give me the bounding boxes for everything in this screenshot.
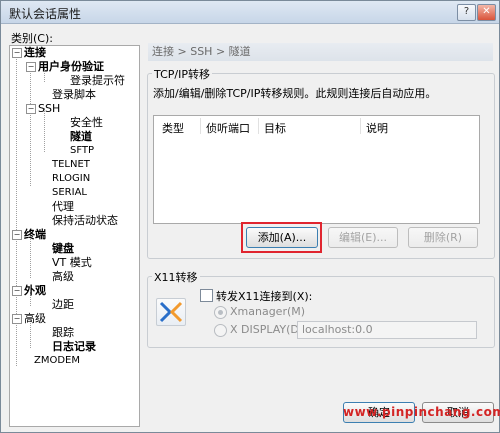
- tree-item-trace[interactable]: 跟踪: [52, 326, 74, 340]
- tree-item-vt-mode[interactable]: VT 模式: [52, 256, 92, 270]
- tree-line: [30, 68, 31, 186]
- forward-x11-checkbox[interactable]: [200, 289, 213, 302]
- tree-item-ssh[interactable]: SSH: [38, 102, 60, 116]
- highlight-box: [241, 222, 322, 253]
- tcpip-description: 添加/编辑/删除TCP/IP转移规则。此规则连接后自动应用。: [153, 87, 437, 100]
- close-icon: ✕: [482, 6, 491, 17]
- tree-line: [30, 236, 31, 278]
- tree-item-telnet[interactable]: TELNET: [52, 158, 90, 172]
- tcpip-group-title: TCP/IP转移: [152, 66, 212, 82]
- delete-button[interactable]: 删除(R): [408, 227, 478, 248]
- xdisplay-input[interactable]: localhost:0.0: [297, 321, 477, 339]
- category-tree[interactable]: − − − − − − 连接 用户身份验证 登录提示符 登录脚本 SSH 安全性…: [9, 45, 140, 427]
- tree-item-login-script[interactable]: 登录脚本: [52, 88, 96, 102]
- tree-item-proxy[interactable]: 代理: [52, 200, 74, 214]
- tree-item-connection[interactable]: 连接: [24, 46, 46, 60]
- tree-item-keepalive[interactable]: 保持活动状态: [52, 214, 118, 228]
- column-listen-port[interactable]: 侦听端口: [206, 120, 250, 136]
- collapse-icon[interactable]: −: [12, 230, 22, 240]
- close-button[interactable]: ✕: [477, 4, 496, 21]
- collapse-icon[interactable]: −: [26, 62, 36, 72]
- column-divider: [360, 118, 361, 134]
- tree-item-logging[interactable]: 日志记录: [52, 340, 96, 354]
- collapse-icon[interactable]: −: [12, 286, 22, 296]
- xmanager-label: Xmanager(M): [230, 305, 306, 318]
- tree-item-security[interactable]: 安全性: [70, 116, 103, 130]
- collapse-icon[interactable]: −: [12, 48, 22, 58]
- tree-item-keyboard[interactable]: 键盘: [52, 242, 74, 256]
- x11-icon: [156, 298, 186, 326]
- forwarding-rules-list[interactable]: 类型 侦听端口 目标 说明: [153, 115, 480, 224]
- column-divider: [258, 118, 259, 134]
- tree-item-rlogin[interactable]: RLOGIN: [52, 172, 90, 186]
- help-icon: ?: [463, 6, 470, 17]
- column-description[interactable]: 说明: [366, 120, 388, 136]
- column-divider: [200, 118, 201, 134]
- forward-x11-label: 转发X11连接到(X):: [216, 290, 313, 303]
- tree-item-serial[interactable]: SERIAL: [52, 186, 87, 200]
- tree-item-terminal[interactable]: 终端: [24, 228, 46, 242]
- title-bar[interactable]: 默认会话属性 ? ✕: [1, 1, 499, 24]
- column-type[interactable]: 类型: [162, 120, 184, 136]
- column-destination[interactable]: 目标: [264, 120, 286, 136]
- collapse-icon[interactable]: −: [12, 314, 22, 324]
- x11-group-title: X11转移: [152, 269, 200, 285]
- tree-item-auth[interactable]: 用户身份验证: [38, 60, 104, 74]
- watermark-text: www.pinpinchang.com: [343, 405, 500, 419]
- window-title: 默认会话属性: [9, 7, 82, 21]
- dialog-window: 默认会话属性 ? ✕ 类别(C): − − − − − − 连接 用户身份验证 …: [0, 0, 500, 433]
- help-button[interactable]: ?: [457, 4, 476, 21]
- tree-item-sftp[interactable]: SFTP: [70, 144, 94, 158]
- tree-item-terminal-advanced[interactable]: 高级: [52, 270, 74, 284]
- tree-item-zmodem[interactable]: ZMODEM: [34, 354, 80, 368]
- collapse-icon[interactable]: −: [26, 104, 36, 114]
- xdisplay-radio[interactable]: [214, 324, 227, 337]
- xmanager-radio[interactable]: [214, 306, 227, 319]
- tree-item-advanced[interactable]: 高级: [24, 312, 46, 326]
- tree-item-appearance[interactable]: 外观: [24, 284, 46, 298]
- tree-item-login-prompt[interactable]: 登录提示符: [70, 74, 125, 88]
- xdisplay-label: X DISPLAY(D):: [230, 323, 307, 336]
- tree-item-tunneling[interactable]: 隧道: [70, 130, 92, 144]
- breadcrumb: 连接 > SSH > 隧道: [148, 43, 493, 61]
- edit-button[interactable]: 编辑(E)...: [328, 227, 398, 248]
- category-label: 类别(C):: [11, 32, 53, 45]
- tree-item-margins[interactable]: 边距: [52, 298, 74, 312]
